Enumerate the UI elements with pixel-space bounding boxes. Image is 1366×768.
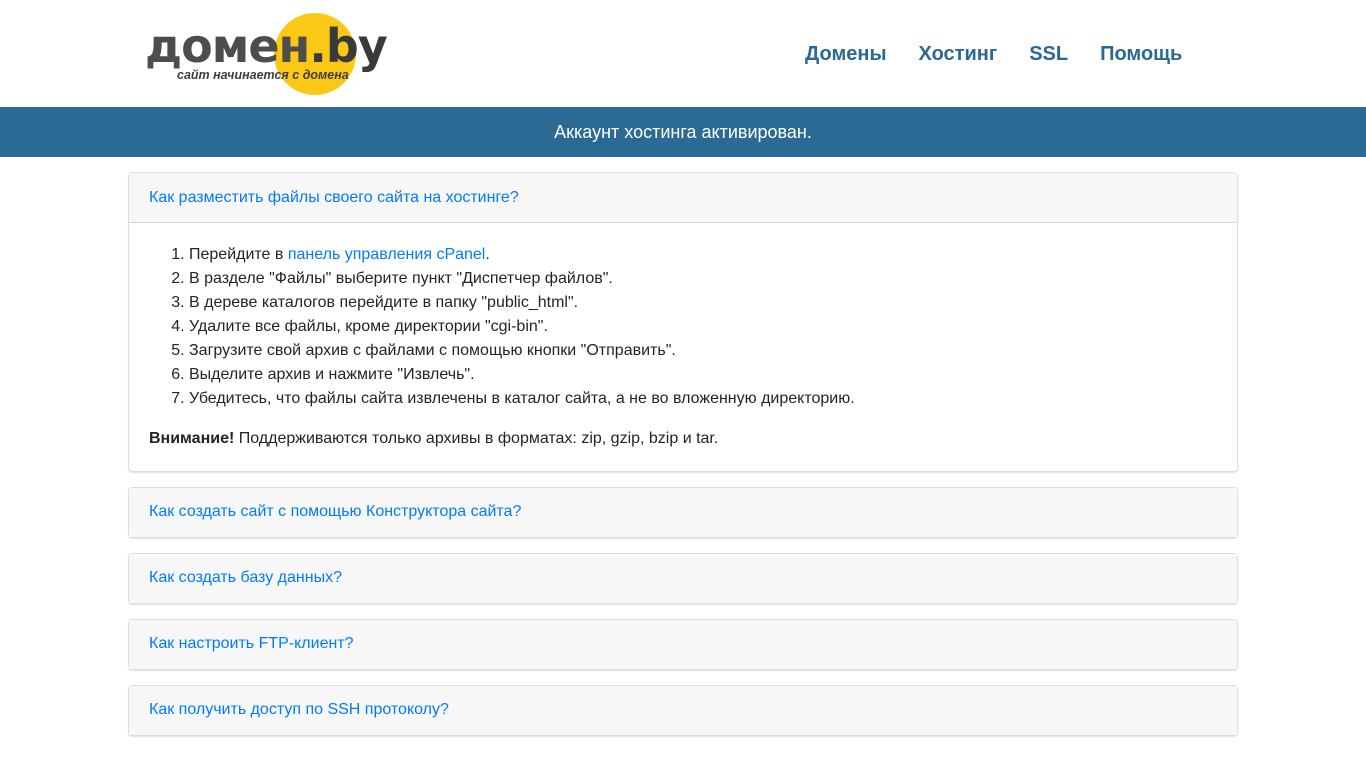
faq-card-ftp-client: Как настроить FTP-клиент? bbox=[128, 619, 1238, 670]
faq-body-upload-files: Перейдите в панель управления cPanel. В … bbox=[129, 223, 1237, 471]
warning-label: Внимание! bbox=[149, 430, 235, 447]
logo-tagline: сайт начинается с домена bbox=[177, 68, 349, 82]
instructions-list: Перейдите в панель управления cPanel. В … bbox=[149, 243, 1217, 411]
nav-link-hosting[interactable]: Хостинг bbox=[919, 40, 998, 68]
nav-link-ssl[interactable]: SSL bbox=[1029, 40, 1068, 68]
faq-header-database[interactable]: Как создать базу данных? bbox=[129, 554, 1237, 603]
faq-accordion: Как разместить файлы своего сайта на хос… bbox=[128, 172, 1238, 751]
faq-header-ftp-client[interactable]: Как настроить FTP-клиент? bbox=[129, 620, 1237, 669]
nav-link-help[interactable]: Помощь bbox=[1100, 40, 1182, 68]
cpanel-link[interactable]: панель управления cPanel bbox=[288, 246, 486, 263]
faq-card-upload-files: Как разместить файлы своего сайта на хос… bbox=[128, 172, 1238, 472]
logo-main-text: домен bbox=[145, 19, 310, 73]
activation-banner: Аккаунт хостинга активирован. bbox=[0, 107, 1366, 157]
warning-text: Поддерживаются только архивы в форматах:… bbox=[234, 430, 719, 447]
faq-header-upload-files[interactable]: Как разместить файлы своего сайта на хос… bbox=[129, 173, 1237, 223]
site-header: домен.by сайт начинается с домена Домены… bbox=[0, 0, 1366, 107]
instruction-step: Удалите все файлы, кроме директории "cgi… bbox=[189, 315, 1217, 339]
instruction-step: В дереве каталогов перейдите в папку "pu… bbox=[189, 291, 1217, 315]
logo-wordmark: домен.by bbox=[145, 19, 388, 73]
faq-card-database: Как создать базу данных? bbox=[128, 553, 1238, 604]
main-nav: Домены Хостинг SSL Помощь bbox=[805, 40, 1214, 68]
warning-note: Внимание! Поддерживаются только архивы в… bbox=[149, 427, 1217, 451]
instruction-step: Перейдите в панель управления cPanel. bbox=[189, 243, 1217, 267]
step-1-suffix: . bbox=[485, 246, 490, 263]
logo-suffix-text: .by bbox=[309, 19, 387, 73]
instruction-step: Загрузите свой архив с файлами с помощью… bbox=[189, 339, 1217, 363]
instruction-step: Убедитесь, что файлы сайта извлечены в к… bbox=[189, 387, 1217, 411]
instruction-step: Выделите архив и нажмите "Извлечь". bbox=[189, 363, 1217, 387]
instruction-step: В разделе "Файлы" выберите пункт "Диспет… bbox=[189, 267, 1217, 291]
step-1-prefix: Перейдите в bbox=[189, 246, 288, 263]
faq-header-ssh-access[interactable]: Как получить доступ по SSH протоколу? bbox=[129, 686, 1237, 735]
faq-header-site-builder[interactable]: Как создать сайт с помощью Конструктора … bbox=[129, 488, 1237, 537]
faq-card-site-builder: Как создать сайт с помощью Конструктора … bbox=[128, 487, 1238, 538]
nav-link-domains[interactable]: Домены bbox=[805, 40, 887, 68]
faq-card-ssh-access: Как получить доступ по SSH протоколу? bbox=[128, 685, 1238, 736]
logo[interactable]: домен.by сайт начинается с домена bbox=[143, 12, 388, 96]
